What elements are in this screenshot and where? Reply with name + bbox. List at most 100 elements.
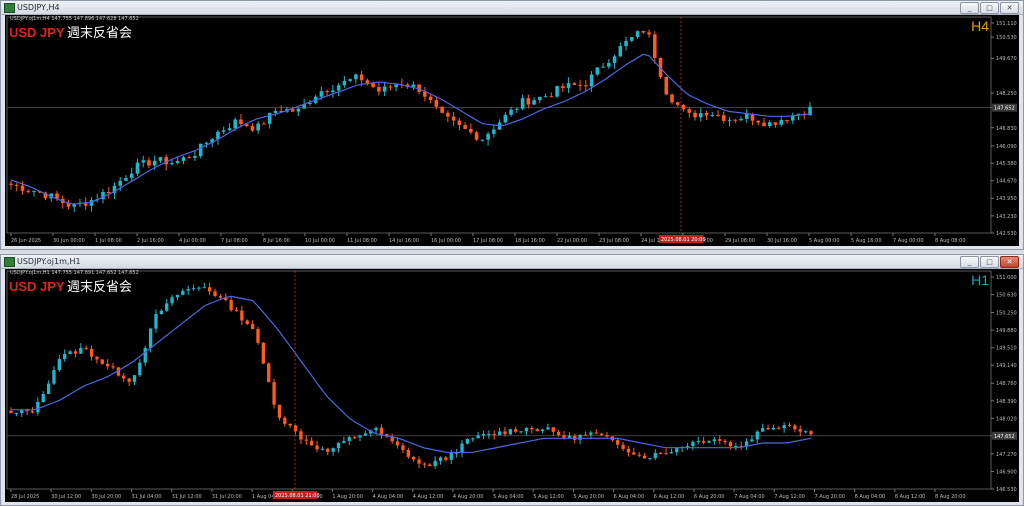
close-button[interactable]: ✕ — [1000, 256, 1019, 268]
candle-body — [348, 79, 352, 81]
window-titlebar[interactable]: USDJPY.oj1m,H1 _ □ ✕ — [1, 255, 1023, 269]
chart-canvas[interactable]: USDJPY.oj1m,H4 147.755 147.896 147.628 1… — [5, 15, 1019, 247]
candle-body — [57, 359, 61, 371]
x-tick-label: 7 Jul 08:00 — [221, 238, 248, 244]
candle-body — [561, 86, 565, 88]
candle-body — [245, 320, 249, 325]
candle-body — [704, 113, 709, 116]
price-chart[interactable]: USDJPY.oj1m,H4 147.755 147.896 147.628 1… — [5, 15, 1019, 246]
candle-body — [100, 359, 104, 364]
candle-body — [204, 142, 209, 144]
candle-body — [221, 130, 226, 132]
candle-body — [594, 432, 598, 434]
minimize-button[interactable]: _ — [960, 2, 979, 14]
candle-body — [79, 347, 83, 354]
y-tick-label: 149.140 — [996, 363, 1017, 369]
x-tick-label: 29 Jul 08:00 — [725, 238, 755, 244]
candle-body — [647, 32, 651, 35]
candle-body — [63, 353, 67, 360]
maximize-button[interactable]: □ — [980, 2, 999, 14]
candle-body — [293, 425, 298, 432]
y-tick-label: 151.000 — [996, 275, 1017, 281]
candle-body — [124, 178, 128, 181]
candle-body — [515, 108, 519, 110]
candle-body — [170, 297, 174, 304]
x-tick-label: 18 Jul 16:00 — [515, 238, 545, 244]
candle-body — [444, 457, 448, 460]
candle-body — [262, 123, 266, 125]
candle-body — [129, 173, 134, 179]
candle-body — [118, 180, 122, 186]
chart-canvas[interactable]: USDJPY.oj1m,H1 147.755 147.891 147.652 1… — [5, 269, 1019, 503]
candle-body — [771, 427, 776, 430]
candle-body — [105, 363, 110, 367]
x-tick-label: 30 Jul 16:00 — [767, 238, 797, 244]
window-titlebar[interactable]: USDJPY,H4 _ □ ✕ — [1, 1, 1023, 15]
candle-body — [664, 76, 669, 95]
candle-body — [296, 108, 301, 112]
candle-body — [148, 328, 153, 349]
candle-body — [187, 157, 191, 159]
candle-body — [681, 104, 686, 110]
candle-body — [497, 431, 502, 436]
candle-body — [632, 452, 636, 455]
candle-body — [601, 66, 605, 68]
candle-body — [670, 94, 674, 103]
candle-body — [739, 118, 743, 121]
y-tick-label: 148.250 — [996, 91, 1017, 97]
candle-body — [132, 375, 137, 382]
close-button[interactable]: ✕ — [1000, 2, 1019, 14]
candle-body — [310, 440, 314, 446]
candle-body — [761, 428, 765, 432]
x-tick-label: 31 Jul 04:00 — [132, 494, 162, 500]
candle-body — [336, 442, 341, 449]
x-tick-label: 4 Aug 12:00 — [413, 494, 444, 500]
candle-body — [556, 431, 561, 436]
candle-body — [589, 74, 594, 87]
y-tick-label: 147.270 — [996, 452, 1017, 458]
candle-body — [239, 119, 243, 125]
x-tick-label: 8 Aug 20:00 — [935, 494, 966, 500]
price-chart[interactable]: USDJPY.oj1m,H1 147.755 147.891 147.652 1… — [5, 269, 1019, 502]
maximize-button[interactable]: □ — [980, 256, 999, 268]
y-tick-label: 150.630 — [996, 293, 1017, 299]
x-tick-label: 1 Jul 08:00 — [95, 238, 122, 244]
candle-body — [618, 46, 623, 57]
candle-body — [165, 303, 169, 311]
x-tick-label: 5 Aug 20:00 — [573, 494, 604, 500]
x-tick-label: 7 Aug 12:00 — [774, 494, 805, 500]
x-tick-label: 6 Aug 20:00 — [694, 494, 725, 500]
candle-body — [122, 375, 126, 379]
caption-label: 週末反省会 — [67, 280, 132, 295]
candle-body — [261, 342, 266, 364]
candle-body — [543, 96, 548, 98]
x-tick-label: 5 Aug 16:00 — [851, 238, 882, 244]
candle-body — [540, 429, 545, 432]
y-tick-label: 143.230 — [996, 214, 1017, 220]
candle-body — [143, 348, 147, 363]
candle-body — [202, 287, 206, 289]
candle-body — [530, 427, 534, 430]
candle-body — [696, 441, 700, 443]
candle-body — [277, 404, 282, 418]
x-tick-label: 4 Jul 00:00 — [179, 238, 206, 244]
candle-body — [621, 444, 625, 449]
candle-body — [469, 128, 473, 133]
candle-body — [487, 434, 491, 436]
candle-body — [181, 157, 186, 161]
candle-body — [158, 157, 163, 161]
candle-body — [566, 83, 571, 88]
candle-body — [514, 429, 518, 432]
x-tick-label: 8 Aug 08:00 — [935, 238, 966, 244]
candle-body — [433, 460, 437, 467]
candle-body — [229, 300, 233, 311]
candle-body — [423, 91, 427, 97]
candle-body — [687, 109, 692, 113]
candle-body — [14, 413, 19, 415]
candle-body — [675, 447, 679, 453]
candle-body — [762, 122, 766, 127]
x-tick-label: 14 Jul 16:00 — [389, 238, 419, 244]
minimize-button[interactable]: _ — [960, 256, 979, 268]
candle-body — [256, 123, 260, 131]
chart-window-h4: USDJPY,H4 _ □ ✕ USDJPY.oj1m,H4 147.755 1… — [0, 0, 1024, 250]
